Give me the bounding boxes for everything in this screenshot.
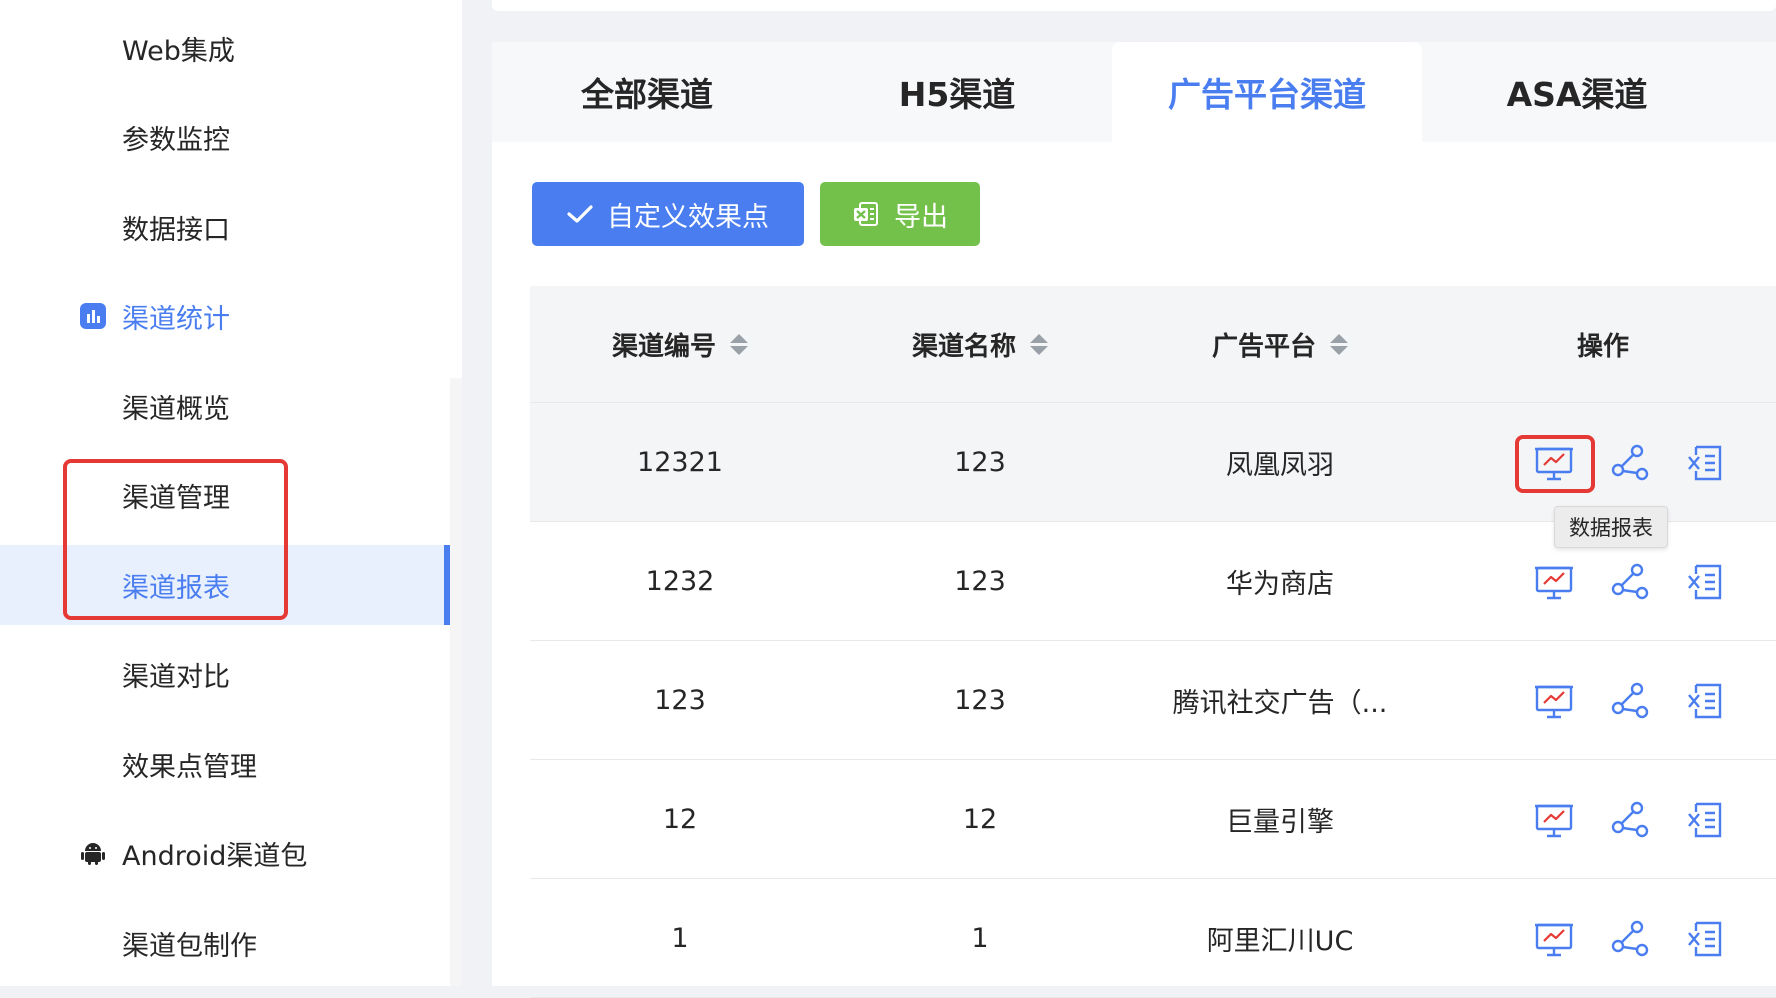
sidebar-item-channel-manage[interactable]: 渠道管理: [0, 455, 450, 535]
export-excel-icon[interactable]: [1686, 562, 1726, 602]
sidebar-item-label: 渠道概览: [122, 393, 230, 425]
sidebar-item-effect-point-manage[interactable]: 效果点管理: [0, 724, 450, 804]
cell-channel-id: 1232: [645, 566, 715, 597]
data-report-icon[interactable]: [1534, 562, 1574, 602]
cell-channel-name: 123: [954, 566, 1006, 597]
tooltip: 数据报表: [1554, 506, 1668, 548]
tab-h5-channels[interactable]: H5渠道: [802, 42, 1112, 142]
tab-asa-channels[interactable]: ASA渠道: [1422, 42, 1732, 142]
share-icon[interactable]: [1610, 681, 1650, 721]
sidebar-item-label: 渠道对比: [122, 661, 230, 693]
button-label: 自定义效果点: [607, 201, 769, 233]
sidebar-item-label: 数据接口: [122, 214, 230, 246]
column-header-label: 渠道编号: [611, 331, 716, 362]
channel-tabs: 全部渠道 H5渠道 广告平台渠道 ASA渠道: [492, 42, 1776, 142]
sidebar-item-package-make[interactable]: 渠道包制作: [0, 903, 450, 983]
column-header-actions: 操作: [1430, 286, 1776, 402]
data-report-icon[interactable]: [1534, 919, 1574, 959]
sidebar-item-label: 渠道报表: [122, 572, 230, 604]
share-icon[interactable]: [1610, 919, 1650, 959]
sidebar-group-android-package[interactable]: Android渠道包: [0, 813, 450, 893]
sidebar-item-label: 渠道包制作: [122, 930, 257, 962]
share-icon[interactable]: [1610, 800, 1650, 840]
sidebar-item-label: Android渠道包: [122, 840, 308, 872]
sidebar-item-channel-report[interactable]: 渠道报表: [0, 545, 450, 625]
custom-effect-point-button[interactable]: 自定义效果点: [532, 182, 804, 246]
table-row: 12321 123 凤凰凤羽: [530, 403, 1776, 522]
tab-label: 全部渠道: [581, 75, 713, 114]
sidebar: Web集成 参数监控 数据接口 渠道统计 渠道概览 渠道管理 渠道报表 渠道对比…: [0, 0, 462, 986]
sidebar-item-label: 效果点管理: [122, 751, 257, 783]
cell-ad-platform: 凤凰凤羽: [1226, 450, 1334, 481]
sort-icon[interactable]: [730, 333, 748, 355]
check-icon: [567, 204, 593, 224]
sort-icon[interactable]: [1330, 333, 1348, 355]
sidebar-item-label: 渠道统计: [122, 303, 230, 335]
column-header-ad-platform: 广告平台: [1130, 286, 1430, 402]
export-excel-icon[interactable]: [1686, 443, 1726, 483]
cell-channel-id: 12321: [637, 447, 723, 478]
sidebar-item-data-api[interactable]: 数据接口: [0, 187, 450, 267]
button-label: 导出: [894, 201, 948, 233]
sidebar-group-channel-stats[interactable]: 渠道统计: [0, 276, 450, 356]
sidebar-item-web-integration[interactable]: Web集成: [0, 8, 450, 88]
sidebar-item-label: Web集成: [122, 35, 235, 67]
sidebar-item-channel-overview[interactable]: 渠道概览: [0, 366, 450, 446]
tab-label: ASA渠道: [1506, 75, 1648, 114]
excel-icon: [852, 200, 880, 228]
column-header-label: 广告平台: [1211, 331, 1316, 362]
export-button[interactable]: 导出: [820, 182, 980, 246]
sidebar-item-label: 渠道管理: [122, 482, 230, 514]
cell-ad-platform: 腾讯社交广告（...: [1172, 688, 1388, 719]
export-excel-icon[interactable]: [1686, 919, 1726, 959]
data-report-icon[interactable]: [1534, 443, 1574, 483]
export-excel-icon[interactable]: [1686, 800, 1726, 840]
tab-all-channels[interactable]: 全部渠道: [492, 42, 802, 142]
table-row: 1 1 阿里汇川UC: [530, 879, 1776, 998]
tab-label: 广告平台渠道: [1168, 75, 1366, 114]
cell-ad-platform: 华为商店: [1226, 569, 1334, 600]
data-report-icon[interactable]: [1534, 681, 1574, 721]
cell-channel-name: 12: [962, 804, 998, 835]
sidebar-item-label: 参数监控: [122, 124, 230, 156]
sort-icon[interactable]: [1030, 333, 1048, 355]
tab-label: H5渠道: [898, 75, 1016, 114]
column-header-label: 渠道名称: [911, 331, 1016, 362]
data-report-icon[interactable]: [1534, 800, 1574, 840]
top-bar: [492, 0, 1776, 11]
share-icon[interactable]: [1610, 562, 1650, 602]
cell-channel-name: 1: [971, 923, 989, 954]
table-row: 12 12 巨量引擎: [530, 760, 1776, 879]
cell-channel-name: 123: [954, 447, 1006, 478]
cell-channel-id: 12: [662, 804, 698, 835]
sidebar-scrollbar[interactable]: [450, 378, 462, 986]
bar-chart-icon: [80, 303, 106, 329]
cell-channel-name: 123: [954, 685, 1006, 716]
tab-ad-platform-channels[interactable]: 广告平台渠道: [1112, 42, 1422, 142]
cell-channel-id: 123: [654, 685, 706, 716]
android-icon: [80, 840, 106, 866]
table-row: 123 123 腾讯社交广告（...: [530, 641, 1776, 760]
cell-ad-platform: 阿里汇川UC: [1206, 926, 1354, 957]
cell-channel-id: 1: [671, 923, 689, 954]
cell-ad-platform: 巨量引擎: [1226, 807, 1334, 838]
sidebar-item-param-monitor[interactable]: 参数监控: [0, 97, 450, 177]
sidebar-item-channel-compare[interactable]: 渠道对比: [0, 634, 450, 714]
export-excel-icon[interactable]: [1686, 681, 1726, 721]
column-header-channel-id: 渠道编号: [530, 286, 830, 402]
share-icon[interactable]: [1610, 443, 1650, 483]
column-header-label: 操作: [1576, 331, 1629, 362]
table-header: 渠道编号 渠道名称 广告平台 操作: [530, 286, 1776, 403]
column-header-channel-name: 渠道名称: [830, 286, 1130, 402]
